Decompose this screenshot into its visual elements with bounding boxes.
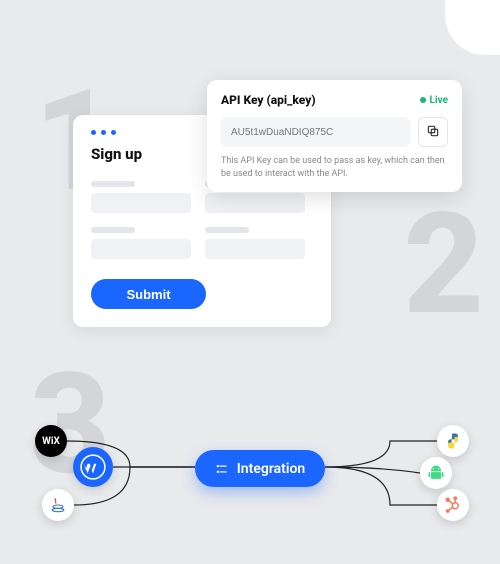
- skeleton-field: [205, 239, 305, 259]
- wordpress-icon: [73, 447, 113, 487]
- skeleton-label: [91, 227, 135, 233]
- skeleton-field: [91, 239, 191, 259]
- step-number-2: 2: [403, 195, 484, 335]
- java-icon: [42, 489, 74, 521]
- submit-button[interactable]: Submit: [91, 279, 206, 309]
- integration-label: Integration: [237, 461, 305, 477]
- live-badge: Live: [420, 95, 448, 106]
- hubspot-icon: [437, 489, 469, 521]
- skeleton-label: [205, 227, 249, 233]
- android-icon: [420, 457, 452, 489]
- copy-icon: [426, 124, 440, 141]
- skeleton-field: [205, 193, 305, 213]
- apikey-description: This API Key can be used to pass as key,…: [221, 155, 448, 180]
- apikey-title: API Key (api_key): [221, 93, 316, 107]
- copy-button[interactable]: [418, 117, 448, 147]
- integration-section: Integration WiX: [0, 395, 500, 555]
- apikey-card: API Key (api_key) Live This API Key can …: [207, 80, 462, 192]
- python-icon: [437, 425, 469, 457]
- apikey-input[interactable]: [221, 117, 410, 147]
- integration-pill[interactable]: Integration: [195, 450, 325, 487]
- corner-notch: [445, 0, 500, 55]
- skeleton-field: [91, 193, 191, 213]
- wix-icon: WiX: [35, 425, 67, 457]
- skeleton-label: [91, 181, 135, 187]
- integration-icon: [215, 462, 229, 476]
